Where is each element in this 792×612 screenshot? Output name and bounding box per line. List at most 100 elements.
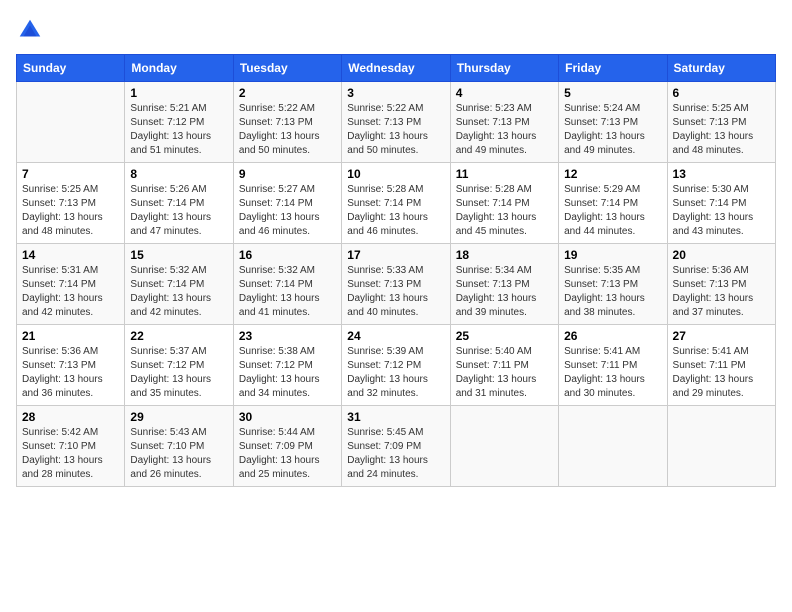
page-header [16,16,776,44]
day-info: Sunrise: 5:22 AM Sunset: 7:13 PM Dayligh… [347,102,444,158]
day-info: Sunrise: 5:33 AM Sunset: 7:13 PM Dayligh… [347,264,444,320]
day-number: 19 [564,248,661,262]
logo-icon [16,16,44,44]
day-number: 10 [347,167,444,181]
calendar-cell: 5 Sunrise: 5:24 AM Sunset: 7:13 PM Daylig… [559,82,667,163]
calendar-cell: 18Sunrise: 5:34 AM Sunset: 7:13 PM Dayli… [450,244,558,325]
day-info: Sunrise: 5:26 AM Sunset: 7:14 PM Dayligh… [130,183,227,239]
day-number: 5 [564,86,661,100]
calendar-cell [667,406,775,487]
calendar-week-row: 21 Sunrise: 5:36 AM Sunset: 7:13 PM Dayli… [17,325,776,406]
weekday-header-sunday: Sunday [17,55,125,82]
day-info: Sunrise: 5:25 AM Sunset: 7:13 PM Dayligh… [22,183,119,239]
day-info: Sunrise: 5:32 AM Sunset: 7:14 PM Dayligh… [130,264,227,320]
logo [16,16,48,44]
day-number: 31 [347,410,444,424]
calendar-cell [559,406,667,487]
calendar-cell: 14Sunrise: 5:31 AM Sunset: 7:14 PM Dayli… [17,244,125,325]
calendar-cell: 27 Sunrise: 5:41 AM Sunset: 7:11 PM Dayli… [667,325,775,406]
calendar-cell [17,82,125,163]
day-number: 6 [673,86,770,100]
calendar-cell: 15 Sunrise: 5:32 AM Sunset: 7:14 PM Dayli… [125,244,233,325]
day-number: 25 [456,329,553,343]
day-number: 24 [347,329,444,343]
calendar-cell: 20 Sunrise: 5:36 AM Sunset: 7:13 PM Dayli… [667,244,775,325]
day-info: Sunrise: 5:21 AM Sunset: 7:12 PM Dayligh… [130,102,227,158]
calendar-cell: 10Sunrise: 5:28 AM Sunset: 7:14 PM Dayli… [342,163,450,244]
calendar-header: SundayMondayTuesdayWednesdayThursdayFrid… [17,55,776,82]
calendar-cell: 11 Sunrise: 5:28 AM Sunset: 7:14 PM Dayli… [450,163,558,244]
day-info: Sunrise: 5:31 AM Sunset: 7:14 PM Dayligh… [22,264,119,320]
weekday-header-monday: Monday [125,55,233,82]
calendar-cell: 24 Sunrise: 5:39 AM Sunset: 7:12 PM Dayli… [342,325,450,406]
calendar-week-row: 1 Sunrise: 5:21 AM Sunset: 7:12 PM Daylig… [17,82,776,163]
calendar-cell: 13 Sunrise: 5:30 AM Sunset: 7:14 PM Dayli… [667,163,775,244]
calendar-cell: 16 Sunrise: 5:32 AM Sunset: 7:14 PM Dayli… [233,244,341,325]
day-number: 4 [456,86,553,100]
calendar-cell: 28 Sunrise: 5:42 AM Sunset: 7:10 PM Dayli… [17,406,125,487]
day-info: Sunrise: 5:42 AM Sunset: 7:10 PM Dayligh… [22,426,119,482]
weekday-header-saturday: Saturday [667,55,775,82]
calendar-cell: 30 Sunrise: 5:44 AM Sunset: 7:09 PM Dayli… [233,406,341,487]
day-number: 11 [456,167,553,181]
day-number: 17 [347,248,444,262]
calendar-cell: 29 Sunrise: 5:43 AM Sunset: 7:10 PM Dayli… [125,406,233,487]
day-number: 7 [22,167,119,181]
day-number: 16 [239,248,336,262]
day-number: 27 [673,329,770,343]
day-info: Sunrise: 5:41 AM Sunset: 7:11 PM Dayligh… [673,345,770,401]
day-info: Sunrise: 5:29 AM Sunset: 7:14 PM Dayligh… [564,183,661,239]
day-info: Sunrise: 5:22 AM Sunset: 7:13 PM Dayligh… [239,102,336,158]
day-number: 15 [130,248,227,262]
day-info: Sunrise: 5:36 AM Sunset: 7:13 PM Dayligh… [22,345,119,401]
calendar-cell: 22Sunrise: 5:37 AM Sunset: 7:12 PM Dayli… [125,325,233,406]
calendar-cell: 1 Sunrise: 5:21 AM Sunset: 7:12 PM Daylig… [125,82,233,163]
calendar-week-row: 28 Sunrise: 5:42 AM Sunset: 7:10 PM Dayli… [17,406,776,487]
day-info: Sunrise: 5:32 AM Sunset: 7:14 PM Dayligh… [239,264,336,320]
day-info: Sunrise: 5:43 AM Sunset: 7:10 PM Dayligh… [130,426,227,482]
day-number: 8 [130,167,227,181]
calendar-cell: 25 Sunrise: 5:40 AM Sunset: 7:11 PM Dayli… [450,325,558,406]
calendar-cell: 21 Sunrise: 5:36 AM Sunset: 7:13 PM Dayli… [17,325,125,406]
day-info: Sunrise: 5:24 AM Sunset: 7:13 PM Dayligh… [564,102,661,158]
weekday-header-thursday: Thursday [450,55,558,82]
day-number: 1 [130,86,227,100]
day-info: Sunrise: 5:38 AM Sunset: 7:12 PM Dayligh… [239,345,336,401]
day-info: Sunrise: 5:37 AM Sunset: 7:12 PM Dayligh… [130,345,227,401]
calendar-cell: 2 Sunrise: 5:22 AM Sunset: 7:13 PM Daylig… [233,82,341,163]
day-info: Sunrise: 5:27 AM Sunset: 7:14 PM Dayligh… [239,183,336,239]
day-number: 29 [130,410,227,424]
day-number: 2 [239,86,336,100]
day-number: 30 [239,410,336,424]
calendar-cell: 31 Sunrise: 5:45 AM Sunset: 7:09 PM Dayli… [342,406,450,487]
calendar-body: 1 Sunrise: 5:21 AM Sunset: 7:12 PM Daylig… [17,82,776,487]
calendar-week-row: 14Sunrise: 5:31 AM Sunset: 7:14 PM Dayli… [17,244,776,325]
day-number: 23 [239,329,336,343]
calendar-cell: 7 Sunrise: 5:25 AM Sunset: 7:13 PM Daylig… [17,163,125,244]
day-info: Sunrise: 5:30 AM Sunset: 7:14 PM Dayligh… [673,183,770,239]
day-number: 18 [456,248,553,262]
calendar-cell [450,406,558,487]
day-info: Sunrise: 5:25 AM Sunset: 7:13 PM Dayligh… [673,102,770,158]
day-info: Sunrise: 5:44 AM Sunset: 7:09 PM Dayligh… [239,426,336,482]
day-info: Sunrise: 5:39 AM Sunset: 7:12 PM Dayligh… [347,345,444,401]
calendar-cell: 3 Sunrise: 5:22 AM Sunset: 7:13 PM Daylig… [342,82,450,163]
day-number: 9 [239,167,336,181]
day-info: Sunrise: 5:45 AM Sunset: 7:09 PM Dayligh… [347,426,444,482]
day-number: 13 [673,167,770,181]
day-info: Sunrise: 5:36 AM Sunset: 7:13 PM Dayligh… [673,264,770,320]
weekday-header-wednesday: Wednesday [342,55,450,82]
day-number: 20 [673,248,770,262]
day-number: 21 [22,329,119,343]
day-info: Sunrise: 5:28 AM Sunset: 7:14 PM Dayligh… [456,183,553,239]
day-info: Sunrise: 5:23 AM Sunset: 7:13 PM Dayligh… [456,102,553,158]
calendar-cell: 8 Sunrise: 5:26 AM Sunset: 7:14 PM Daylig… [125,163,233,244]
calendar-cell: 4 Sunrise: 5:23 AM Sunset: 7:13 PM Daylig… [450,82,558,163]
day-info: Sunrise: 5:40 AM Sunset: 7:11 PM Dayligh… [456,345,553,401]
day-number: 26 [564,329,661,343]
calendar-cell: 12Sunrise: 5:29 AM Sunset: 7:14 PM Dayli… [559,163,667,244]
day-info: Sunrise: 5:41 AM Sunset: 7:11 PM Dayligh… [564,345,661,401]
day-number: 3 [347,86,444,100]
calendar-cell: 6 Sunrise: 5:25 AM Sunset: 7:13 PM Daylig… [667,82,775,163]
day-number: 28 [22,410,119,424]
